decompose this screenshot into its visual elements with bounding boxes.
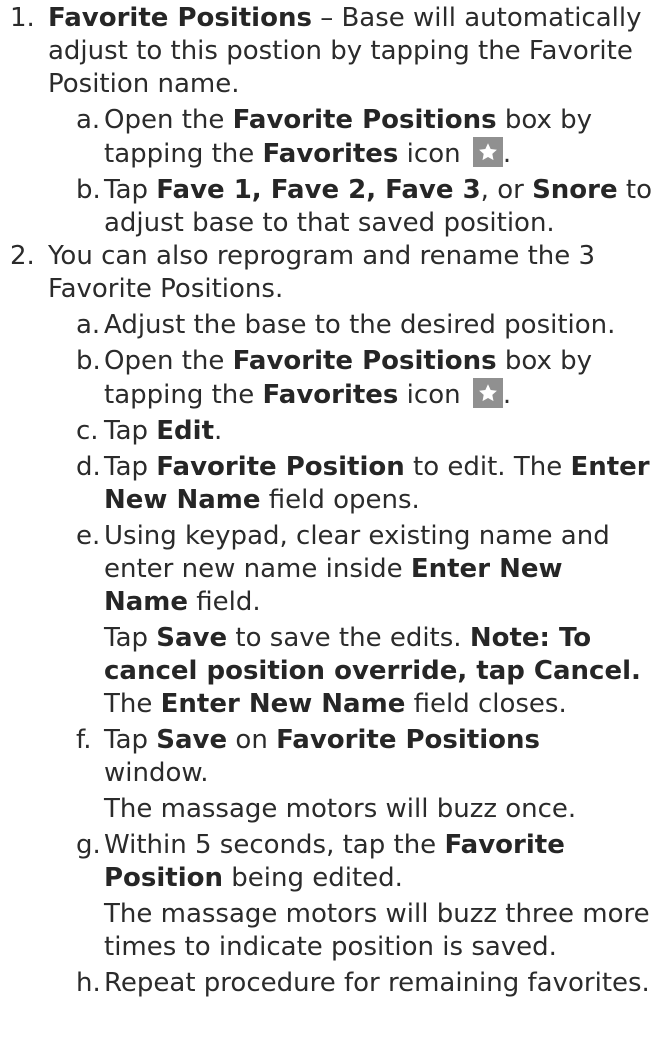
substep-bold: Favorites [262,380,399,410]
substep-bold: Favorites [262,139,399,169]
step-text: You can also reprogram and rename the 3 … [48,241,596,304]
step-number: 1. [10,3,35,33]
substep-bold: Save [156,725,228,755]
substep-text: field. [188,587,261,617]
substep-bold: Favorite Positions [232,105,497,135]
step-2: 2. You can also reprogram and rename the… [0,240,652,306]
note-text: Tap [104,623,157,653]
substep-letter: c. [76,416,99,446]
substep-bold: Favorite Position [156,452,405,482]
substep-2f-note: The massage motors will buzz once. [0,793,652,826]
substep-letter: d. [76,452,101,482]
substep-text: to edit. The [404,452,571,482]
substep-text: Tap [104,452,157,482]
substep-letter: b. [76,346,101,376]
substep-text: Open the [104,346,233,376]
substep-text: being edited. [223,863,403,893]
substep-bold: Edit [156,416,214,446]
substep-2b: b. Open the Favorite Positions box by ta… [0,345,652,412]
substep-text: , or [480,175,533,205]
substep-letter: h. [76,968,101,998]
substep-text: . [214,416,223,446]
substep-1b: b. Tap Fave 1, Fave 2, Fave 3, or Snore … [0,174,652,240]
substep-2c: c. Tap Edit. [0,415,652,448]
instructions-document: 1. Favorite Positions – Base will automa… [0,0,652,1000]
substep-2f: f. Tap Save on Favorite Positions window… [0,724,652,790]
substep-text: field opens. [260,485,420,515]
substep-text: Adjust the base to the desired position. [104,310,616,340]
substep-letter: a. [76,310,101,340]
substep-bold: Favorite Positions [276,725,540,755]
substep-text: . [502,380,512,410]
substep-bold: Fave 1, Fave 2, Fave 3 [156,175,481,205]
favorites-star-icon [472,378,503,408]
substep-text: Tap [104,416,157,446]
step-1: 1. Favorite Positions – Base will automa… [0,2,652,101]
note-text: field closes. [405,689,567,719]
substep-2e-note: Tap Save to save the edits. Note: To can… [0,622,652,721]
note-bold: Save [156,623,228,653]
substep-letter: e. [76,521,101,551]
note-text: The massage motors will buzz three more … [104,899,650,962]
note-text: The [104,689,161,719]
substep-bold: Snore [532,175,618,205]
substep-text: window. [104,758,209,788]
substep-letter: a. [76,105,101,135]
step-number: 2. [10,241,35,271]
substep-letter: f. [76,725,92,755]
substep-1a: a. Open the Favorite Positions box by ta… [0,104,652,171]
step-title: Favorite Positions [48,3,312,33]
substep-text: Within 5 seconds, tap the [104,830,445,860]
substep-2g-note: The massage motors will buzz three more … [0,898,652,964]
substep-2h: h. Repeat procedure for remaining favori… [0,967,652,1000]
substep-2a: a. Adjust the base to the desired positi… [0,309,652,342]
substep-text: icon [398,380,461,410]
favorites-star-icon [472,137,503,167]
substep-text: Repeat procedure for remaining favorites… [104,968,650,998]
substep-2e: e. Using keypad, clear existing name and… [0,520,652,619]
substep-letter: b. [76,175,101,205]
note-text: The massage motors will buzz once. [104,794,577,824]
substep-bold: Favorite Positions [232,346,497,376]
substep-2d: d. Tap Favorite Position to edit. The En… [0,451,652,517]
substep-letter: g. [76,830,101,860]
note-bold: Enter New Name [160,689,406,719]
substep-text: Tap [104,175,157,205]
substep-2g: g. Within 5 seconds, tap the Favorite Po… [0,829,652,895]
substep-text: on [227,725,277,755]
note-text: to save the edits. [227,623,470,653]
substep-text: icon [398,139,461,169]
substep-text: Open the [104,105,233,135]
substep-text: Tap [104,725,157,755]
substep-text: . [502,139,512,169]
